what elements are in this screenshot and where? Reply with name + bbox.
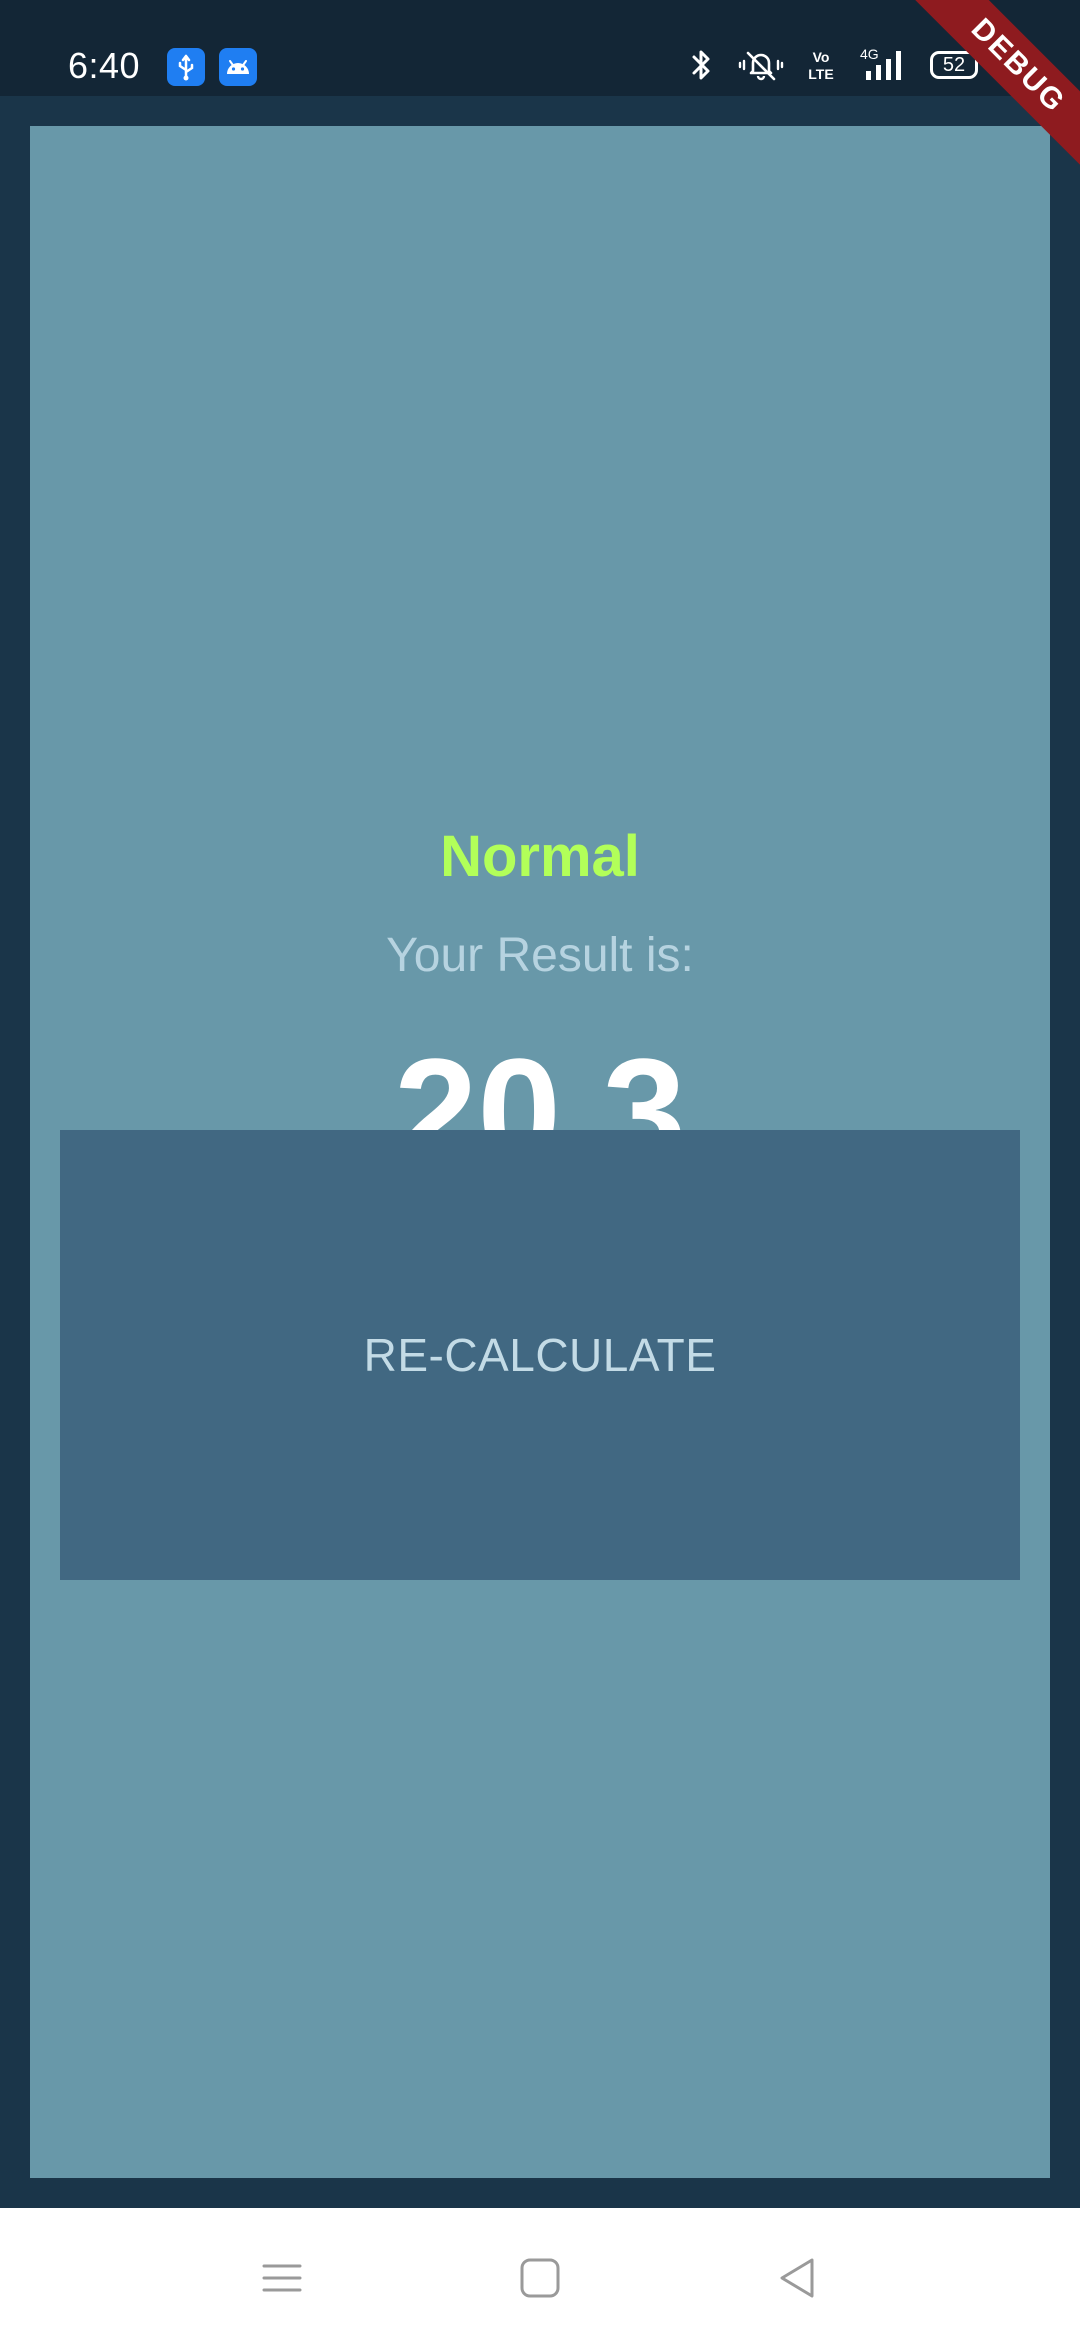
recalculate-button-label: RE-CALCULATE (363, 1329, 717, 1381)
volte-icon: Vo LTE (806, 45, 836, 85)
result-label: Your Result is: (386, 929, 694, 982)
svg-text:4G: 4G (860, 46, 879, 62)
android-icon (219, 48, 257, 86)
vibrate-icon (738, 45, 784, 85)
menu-icon[interactable] (252, 2248, 312, 2308)
status-bar: 6:40 Vo LTE 4G 52 (0, 0, 1080, 96)
result-card: Normal Your Result is: 20.3 RE-CALCULATE (30, 126, 1050, 2178)
svg-text:Vo: Vo (813, 49, 830, 65)
signal-icon: 4G (858, 45, 908, 85)
usb-debugging-icon (167, 48, 205, 86)
navigation-bar (0, 2208, 1080, 2340)
back-icon[interactable] (768, 2248, 828, 2308)
svg-text:LTE: LTE (808, 66, 833, 82)
bmi-status-text: Normal (440, 824, 640, 889)
status-time: 6:40 (68, 45, 141, 86)
bluetooth-icon (688, 45, 716, 85)
home-icon[interactable] (510, 2248, 570, 2308)
result-screen: 6:40 Vo LTE 4G 52 DEBUG Normal Your Resu… (0, 0, 1080, 2340)
recalculate-button[interactable]: RE-CALCULATE (60, 1130, 1020, 1580)
